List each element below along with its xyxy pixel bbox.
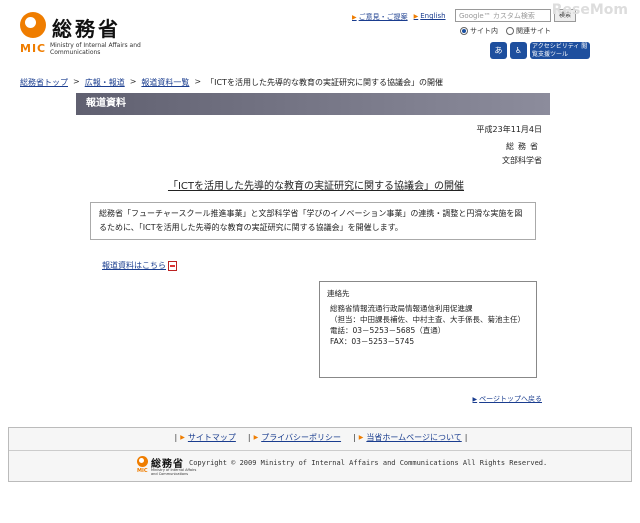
breadcrumb-top[interactable]: 総務省トップ — [20, 77, 68, 88]
radio-unselected-icon — [506, 27, 514, 35]
section-title: 報道資料 — [76, 93, 550, 115]
contact-title: 連絡先 — [327, 289, 350, 298]
font-size-icon[interactable]: あ — [490, 42, 507, 59]
english-link[interactable]: ▶ English — [414, 12, 446, 22]
breadcrumb-separator: > — [194, 77, 202, 86]
search-input[interactable]: Google™ カスタム検索 — [455, 9, 551, 22]
english-link-label: English — [420, 12, 446, 20]
footer-item-sitemap: | ▶ サイトマップ — [175, 432, 236, 443]
watermark: ReseMom — [551, 2, 628, 18]
footer-divider: | — [353, 433, 356, 442]
accessibility-tools: あ ♿ アクセシビリティ 閲覧支援ツール — [490, 42, 590, 59]
triangle-right-icon: ▶ — [180, 434, 185, 441]
footer-divider: | — [174, 433, 178, 442]
logo-mic-text: MIC — [20, 42, 47, 55]
page-title: 「ICTを活用した先導的な教育の実証研究に関する協議会」の開催 — [96, 177, 536, 192]
issuer-mext: 文部科学省 — [502, 156, 542, 165]
contact-line: 総務省情報流通行政局情報通信利用促進課 — [330, 304, 473, 313]
release-date: 平成23年11月4日 — [476, 125, 542, 134]
breadcrumb: 総務省トップ > 広報・報道 > 報道資料一覧 > 「ICTを活用した先導的な教… — [20, 77, 443, 88]
mic-logo-mark-icon — [137, 456, 148, 467]
release-pdf-link[interactable]: 報道資料はこちら — [102, 261, 166, 270]
triangle-right-icon: ▶ — [413, 13, 419, 20]
triangle-right-icon: ▶ — [253, 434, 259, 441]
breadcrumb-release-list[interactable]: 報道資料一覧 — [141, 77, 189, 88]
footer-item-about: | ▶ 当省ホームページについて | — [353, 432, 467, 443]
footer: | ▶ サイトマップ | ▶ プライバシーポリシー | ▶ 当省ホームページについて | 総務… — [8, 427, 632, 482]
page-top-label: ページトップへ戻る — [479, 395, 542, 403]
breadcrumb-current: 「ICTを活用した先導的な教育の実証研究に関する協議会」の開催 — [206, 78, 443, 87]
privacy-link[interactable]: プライバシーポリシー — [261, 432, 341, 443]
breadcrumb-pr[interactable]: 広報・報道 — [85, 77, 125, 88]
radio-selected-icon — [460, 27, 468, 35]
page-frame: 総務省 MIC Ministry of Internal Affairs and… — [8, 0, 632, 523]
contact-line: 電話：03－5253－5685（直通） — [330, 326, 446, 335]
summary-box: 総務省「フューチャースクール推進事業」と文部科学省「学びのイノベーション事業」の… — [90, 202, 536, 240]
page-top-link[interactable]: ▶ ページトップへ戻る — [473, 395, 543, 403]
footer-logo-en: Ministry of Internal Affairs and Communi… — [151, 468, 197, 476]
radio-related-sites[interactable]: 関連サイト — [506, 26, 551, 36]
radio-site-inner[interactable]: サイト内 — [460, 26, 498, 36]
footer-divider-line — [9, 450, 631, 451]
mic-logo[interactable]: 総務省 MIC Ministry of Internal Affairs and… — [20, 10, 170, 60]
contact-line: FAX：03－5253－5745 — [330, 337, 415, 346]
feedback-link-label: ご意見・ご提案 — [358, 13, 408, 21]
accessibility-icon[interactable]: ♿ — [510, 42, 527, 59]
breadcrumb-separator: > — [129, 77, 137, 86]
logo-en-text: Ministry of Internal Affairs and Communi… — [50, 42, 141, 56]
contact-body: 総務省情報流通行政局情報通信利用促進課 （担当：中田課長補佐、中村主査、大手係長… — [327, 303, 529, 347]
header-links: ▶ ご意見・ご提案 ▶ English — [352, 12, 446, 22]
footer-divider: | — [247, 433, 251, 442]
breadcrumb-separator: > — [73, 77, 80, 86]
radio-related-label: 関連サイト — [516, 27, 551, 35]
sitemap-link[interactable]: サイトマップ — [188, 432, 236, 443]
triangle-right-icon: ▶ — [358, 434, 364, 441]
footer-logo-mic: MIC — [137, 468, 148, 474]
search-scope: サイト内 関連サイト — [460, 26, 551, 36]
page-title-text: 「ICTを活用した先導的な教育の実証研究に関する協議会」の開催 — [167, 181, 465, 192]
page-top-link-row: ▶ ページトップへ戻る — [473, 394, 543, 404]
feedback-link[interactable]: ▶ ご意見・ご提案 — [352, 12, 408, 22]
radio-site-inner-label: サイト内 — [470, 27, 498, 35]
contact-line: （担当：中田課長補佐、中村主査、大手係長、菊池主任） — [330, 315, 525, 324]
footer-item-privacy: | ▶ プライバシーポリシー — [248, 432, 341, 443]
about-site-link[interactable]: 当省ホームページについて — [366, 432, 461, 443]
logo-ja-text: 総務省 — [52, 17, 121, 41]
triangle-right-icon: ▶ — [472, 396, 478, 403]
footer-nav: | ▶ サイトマップ | ▶ プライバシーポリシー | ▶ 当省ホームページについて | — [9, 432, 633, 443]
pdf-icon[interactable] — [168, 260, 177, 271]
copyright: Copyright © 2009 Ministry of Internal Af… — [189, 459, 548, 467]
triangle-right-icon: ▶ — [352, 14, 357, 21]
mic-logo-mark-icon — [20, 12, 46, 38]
accessibility-tool-button[interactable]: アクセシビリティ 閲覧支援ツール — [530, 42, 590, 59]
footer-divider: | — [464, 433, 468, 442]
contact-box: 連絡先 総務省情報流通行政局情報通信利用促進課 （担当：中田課長補佐、中村主査、… — [319, 281, 537, 378]
release-pdf-link-row: 報道資料はこちら — [102, 260, 177, 271]
issuer-mic: 総務省 — [506, 142, 542, 151]
